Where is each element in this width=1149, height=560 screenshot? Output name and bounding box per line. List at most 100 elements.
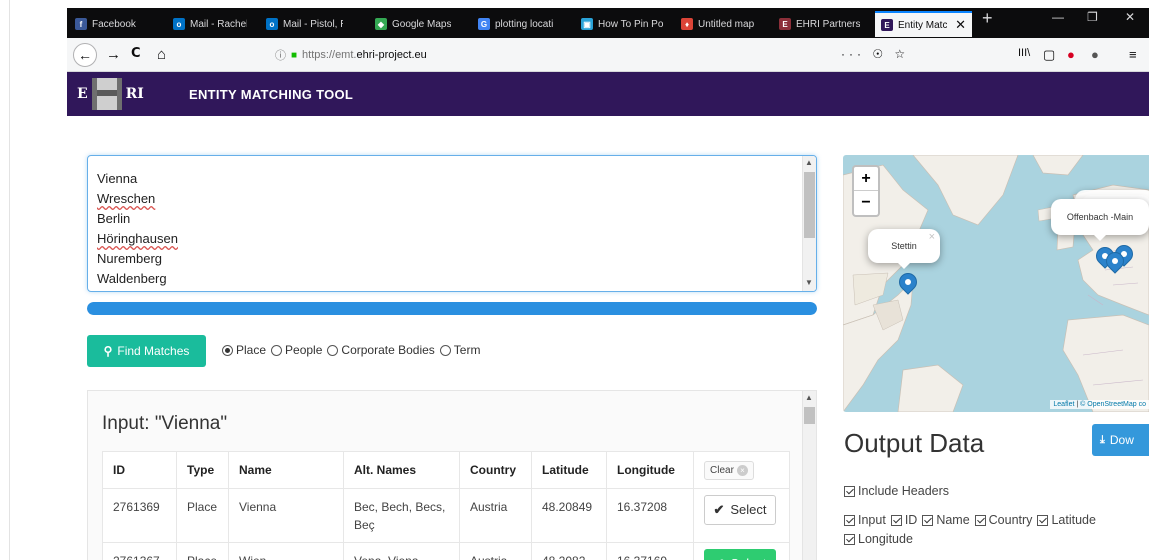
field-checkbox-latitude[interactable]: Latitude (1037, 513, 1096, 527)
menu-icon[interactable]: ≡ (1129, 47, 1137, 62)
checkbox-checked-icon (974, 514, 986, 526)
tab-ehri-partners[interactable]: E EHRI Partners (773, 11, 866, 37)
field-checkbox-input[interactable]: Input (844, 513, 886, 527)
field-checkbox-id[interactable]: ID (890, 513, 918, 527)
tab-facebook[interactable]: f Facebook (69, 11, 151, 37)
radio-button-icon (439, 344, 451, 356)
textarea-line-text: Vienna (97, 171, 138, 186)
tab-title: plotting locati (495, 18, 554, 30)
include-headers-checkbox[interactable]: Include Headers (844, 484, 949, 498)
checkbox-checked-icon (922, 514, 934, 526)
field-checkbox-label: Name (936, 513, 970, 527)
new-tab-button[interactable]: + (982, 8, 993, 29)
cell-alt-names: Vena, Viena, (343, 542, 460, 560)
tab-plotting-locati[interactable]: Gplotting locati (472, 11, 570, 37)
popup-close-icon[interactable]: × (929, 231, 935, 243)
textarea-line: Höringhausen (97, 229, 178, 249)
textarea-line-text: Berlin (97, 211, 131, 226)
cell-name: Vienna (228, 488, 344, 543)
check-icon: ✔ (713, 502, 725, 517)
tab-how-to-pin-po[interactable]: ▣ How To Pin Po (575, 11, 671, 37)
logo-letter-e: E (77, 86, 88, 102)
cell-id: 2761369 (102, 488, 177, 543)
field-checkbox-label: Input (858, 513, 886, 527)
field-checkbox-country[interactable]: Country (974, 513, 1032, 527)
navigation-toolbar: ← → C ⌂ ⓘ ■ https://emt. ehri-project.eu … (67, 38, 1149, 72)
tab-title: Mail - Pistol, R (283, 18, 343, 30)
forward-button[interactable]: → (106, 46, 121, 63)
field-checkbox-longitude[interactable]: Longitude (844, 532, 913, 546)
restore-button[interactable]: ❐ (1087, 10, 1098, 24)
column-header-country: Country (459, 451, 532, 489)
radio-label: Place (236, 343, 267, 357)
tab-title: Facebook (92, 18, 136, 30)
output-data-title: Output Data (844, 428, 985, 458)
scroll-down-icon[interactable]: ▼ (805, 278, 813, 287)
tab-untitled-map[interactable]: ♦ Untitled map (675, 11, 768, 37)
tab-mail-pistol-r[interactable]: o Mail - Pistol, R (260, 11, 349, 37)
ehri-logo[interactable]: E RI (77, 78, 144, 110)
results-scrollbar[interactable]: ▲ (802, 391, 816, 560)
results-title: Input: "Vienna" (102, 413, 228, 434)
scrollbar-thumb[interactable] (804, 407, 815, 424)
extension-icon[interactable]: ● (1067, 47, 1075, 62)
table-header-row: ID Type Name Alt. Names Country Latitude Longi… (102, 451, 790, 489)
radio-place[interactable]: Place (222, 343, 266, 357)
clear-button[interactable]: Clear × (704, 460, 754, 480)
textarea-line-text: Höringhausen (97, 231, 178, 246)
tab-google-maps[interactable]: ◆ Google Maps (369, 11, 465, 37)
sidebar-icon[interactable]: ▢ (1043, 47, 1055, 63)
url-bar[interactable]: ⓘ ■ https://emt. ehri-project.eu (275, 43, 901, 67)
scroll-up-icon[interactable]: ▲ (805, 158, 813, 167)
radio-people[interactable]: People (271, 343, 322, 357)
field-checkbox-label: ID (904, 513, 918, 527)
zoom-in-button[interactable]: + (854, 167, 878, 191)
library-icon[interactable]: III\ (1018, 47, 1030, 59)
pin-site-icon: ▣ (581, 18, 593, 30)
scrollbar-thumb[interactable] (804, 172, 815, 238)
download-button[interactable]: ⤓ Dow (1092, 424, 1149, 456)
field-checkbox-name[interactable]: Name (922, 513, 970, 527)
checkbox-checked-icon (844, 485, 855, 497)
page-actions[interactable]: ··· ☉ ☆ (841, 47, 909, 61)
tab-close-icon[interactable]: ✕ (955, 17, 966, 33)
map-view[interactable]: + − Stettin × Offenbach -Main Leaflet | … (843, 155, 1149, 412)
results-panel: Input: "Vienna" ID Type Name Alt. Names Coun… (87, 390, 817, 560)
textarea-line: Vienna (97, 169, 178, 189)
close-window-button[interactable]: ✕ (1125, 10, 1135, 24)
tab-mail-rachel[interactable]: o Mail - Rachel (167, 11, 253, 37)
osm-link[interactable]: © OpenStreetMap co (1080, 401, 1146, 408)
popup-label: Stettin (891, 241, 917, 251)
select-button[interactable]: ✔ Select (704, 549, 776, 560)
find-matches-button[interactable]: ⚲ Find Matches (87, 335, 206, 367)
scroll-up-icon[interactable]: ▲ (805, 393, 813, 402)
home-button[interactable]: ⌂ (157, 46, 166, 63)
column-header-type: Type (176, 451, 229, 489)
textarea-line-text: Waldenberg (97, 271, 167, 286)
radio-term[interactable]: Term (439, 343, 480, 357)
leaflet-link[interactable]: Leaflet (1053, 401, 1074, 408)
search-icon: ⚲ (103, 344, 113, 358)
tab-entity-matc[interactable]: E Entity Matc ✕ (875, 11, 972, 37)
url-prefix: https://emt. (302, 49, 357, 61)
minimize-button[interactable]: — (1052, 10, 1064, 24)
places-input-textarea[interactable]: Vienna Wreschen Berlin Höringhausen Nurember… (87, 155, 817, 292)
zoom-out-button[interactable]: − (854, 191, 878, 215)
url-host: ehri-project.eu (356, 49, 427, 61)
outlook-icon: o (266, 18, 278, 30)
extension-2-icon[interactable]: ● (1091, 47, 1099, 62)
site-info-icon[interactable]: ⓘ (275, 47, 286, 63)
radio-corporate-bodies[interactable]: Corporate Bodies (327, 343, 435, 357)
textarea-scrollbar[interactable]: ▲ ▼ (802, 156, 816, 291)
my-maps-icon: ♦ (681, 18, 693, 30)
table-row: 2761369 Place Vienna Bec, Bech, Becs, Beç Au… (102, 488, 790, 543)
reload-button[interactable]: C (131, 46, 141, 61)
clear-label: Clear (710, 464, 734, 476)
select-label: Select (730, 502, 767, 517)
google-maps-icon: ◆ (375, 18, 387, 30)
select-button[interactable]: ✔ Select (704, 495, 776, 525)
radio-button-icon (222, 344, 233, 356)
back-button[interactable]: ← (73, 43, 97, 67)
cell-name: Wien (228, 542, 344, 560)
download-icon: ⤓ (1100, 433, 1105, 446)
